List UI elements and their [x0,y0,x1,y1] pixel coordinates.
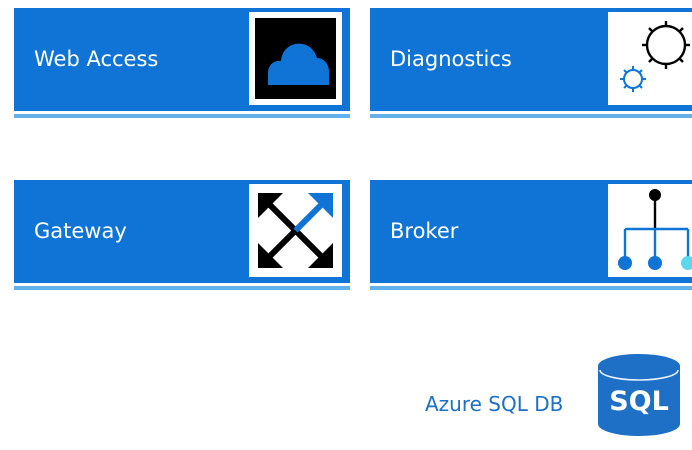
diagnostics-label: Diagnostics [390,47,512,71]
gateway-underline [14,286,350,290]
web-access-label: Web Access [34,47,159,71]
broker-label: Broker [390,219,459,243]
sql-badge: SQL [609,386,669,417]
gateway-label: Gateway [34,219,127,243]
hierarchy-icon [618,189,692,270]
web-access-tile[interactable]: Web Access [14,8,350,111]
gateway-tile[interactable]: Gateway [14,180,350,283]
azure-sql-db-label: Azure SQL DB [425,392,564,416]
diagnostics-icon-box [608,12,692,105]
web-access-icon-box [249,12,342,105]
diagnostics-tile[interactable]: Diagnostics [370,8,692,111]
broker-tile[interactable]: Broker [370,180,692,283]
expand-arrows-icon [258,193,333,268]
cloud-icon [255,18,336,99]
web-access-underline [14,114,350,118]
broker-underline [370,286,692,290]
gear-icon [620,21,690,92]
database-cylinder-icon: SQL [596,350,682,440]
gateway-icon-box [249,184,342,277]
broker-icon-box [608,184,692,277]
diagnostics-underline [370,114,692,118]
